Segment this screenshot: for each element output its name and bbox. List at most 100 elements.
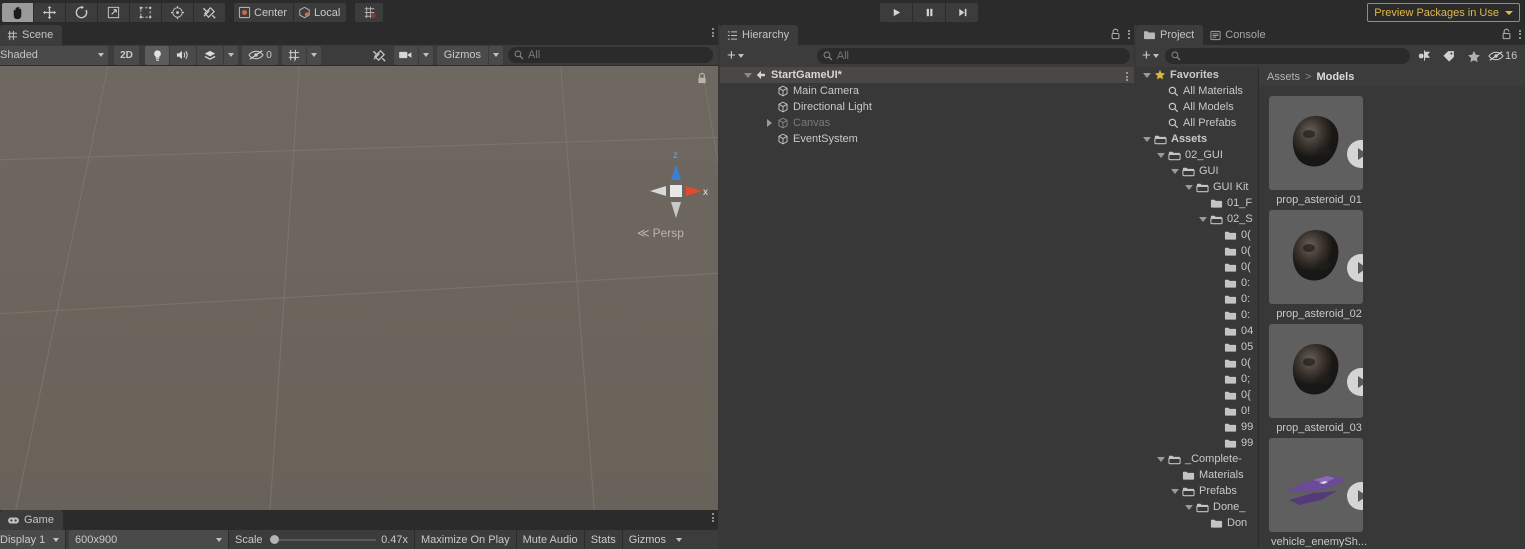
hierarchy-item-directional-light[interactable]: Directional Light <box>720 99 1134 115</box>
project-search-input[interactable] <box>1164 48 1410 64</box>
hierarchy-item-canvas[interactable]: Canvas <box>720 115 1134 131</box>
pause-button[interactable] <box>913 3 945 22</box>
pivot-mode-button[interactable]: Center <box>234 3 294 22</box>
rotation-mode-button[interactable]: Local <box>294 3 347 22</box>
project-add-button[interactable]: + <box>1139 48 1162 63</box>
scale-tool-button[interactable] <box>98 3 129 22</box>
tab-scene[interactable]: Scene <box>0 25 63 45</box>
foldout-expanded-icon[interactable] <box>1183 184 1194 190</box>
project-tree-item[interactable]: 05 <box>1136 339 1258 355</box>
project-tree-item[interactable]: Prefabs <box>1136 483 1258 499</box>
game-mute-toggle[interactable]: Mute Audio <box>517 530 585 549</box>
custom-editor-tool-button[interactable] <box>194 3 225 22</box>
project-tree-item[interactable]: All Materials <box>1136 83 1258 99</box>
project-tree-item[interactable]: 0( <box>1136 355 1258 371</box>
foldout-expanded-icon[interactable] <box>1169 168 1180 174</box>
foldout-expanded-icon[interactable] <box>1169 488 1180 494</box>
move-tool-button[interactable] <box>34 3 65 22</box>
scene-lighting-toggle[interactable] <box>145 45 169 65</box>
game-panel-menu-button[interactable] <box>712 513 714 522</box>
filter-favorites-button[interactable] <box>1463 50 1485 63</box>
project-tree-item[interactable]: Assets <box>1136 131 1258 147</box>
filter-by-type-button[interactable] <box>1413 49 1435 63</box>
game-stats-toggle[interactable]: Stats <box>585 530 623 549</box>
scene-grid-toggle[interactable]: y <box>282 45 306 65</box>
project-tree-item[interactable]: All Models <box>1136 99 1258 115</box>
project-tree-item[interactable]: GUI <box>1136 163 1258 179</box>
foldout-expanded-icon[interactable] <box>742 72 753 78</box>
foldout-expanded-icon[interactable] <box>1155 456 1166 462</box>
scene-panel-menu-button[interactable] <box>712 28 714 37</box>
play-button[interactable] <box>880 3 912 22</box>
asset-item[interactable]: prop_asteroid_01 <box>1269 96 1398 206</box>
project-tree-item[interactable]: 0: <box>1136 307 1258 323</box>
lock-icon[interactable] <box>1110 28 1121 40</box>
step-button[interactable] <box>946 3 978 22</box>
breadcrumb-segment[interactable]: Models <box>1316 71 1354 83</box>
project-tree-item[interactable]: Done_ <box>1136 499 1258 515</box>
project-tree-item[interactable]: 01_F <box>1136 195 1258 211</box>
game-maximize-toggle[interactable]: Maximize On Play <box>415 530 517 549</box>
scene-visibility-toggle[interactable]: 0 <box>242 45 278 65</box>
scene-gizmos-button[interactable]: Gizmos <box>436 45 488 65</box>
foldout-collapsed-icon[interactable] <box>764 119 775 127</box>
foldout-expanded-icon[interactable] <box>1141 136 1152 142</box>
project-tree-item[interactable]: 99 <box>1136 435 1258 451</box>
project-tree-item[interactable]: All Prefabs <box>1136 115 1258 131</box>
tab-project[interactable]: Project <box>1136 25 1204 45</box>
tab-game[interactable]: Game <box>0 510 63 530</box>
scene-orientation-gizmo[interactable]: z x <box>640 144 712 224</box>
game-gizmos-dropdown[interactable]: Gizmos <box>623 530 688 549</box>
scene-fx-toggle[interactable] <box>197 45 223 65</box>
rotate-tool-button[interactable] <box>66 3 97 22</box>
hand-tool-button[interactable] <box>2 3 33 22</box>
grid-snapping-button[interactable] <box>355 3 384 22</box>
scene-search-input[interactable]: All <box>508 47 713 63</box>
project-tree-item[interactable]: 0; <box>1136 371 1258 387</box>
asset-thumbnail[interactable] <box>1269 210 1363 304</box>
scene-camera-dropdown[interactable] <box>418 45 433 65</box>
project-tree-item[interactable]: Don <box>1136 515 1258 531</box>
scene-viewport[interactable]: z x ≪ Persp <box>0 66 718 530</box>
toggle-2d-button[interactable]: 2D <box>114 45 139 65</box>
asset-thumbnail[interactable] <box>1269 96 1363 190</box>
asset-thumbnail[interactable] <box>1269 324 1363 418</box>
tab-hierarchy[interactable]: Hierarchy <box>720 25 799 45</box>
scene-context-menu-button[interactable] <box>1126 72 1128 81</box>
shading-mode-dropdown[interactable]: Shaded <box>0 45 108 65</box>
scene-view-lock-icon[interactable] <box>696 72 708 88</box>
filter-by-label-button[interactable] <box>1438 50 1460 63</box>
hierarchy-panel-menu-button[interactable] <box>1128 29 1130 39</box>
breadcrumb-segment[interactable]: Assets <box>1267 71 1300 83</box>
hierarchy-add-button[interactable]: + <box>724 48 747 63</box>
project-tree-item[interactable]: 0: <box>1136 291 1258 307</box>
asset-item[interactable]: prop_asteroid_02 <box>1269 210 1398 320</box>
project-visibility-toggle[interactable]: 16 <box>1488 50 1522 62</box>
tab-console[interactable]: Console <box>1203 25 1275 45</box>
scene-camera-button[interactable] <box>393 45 418 65</box>
project-tree-item[interactable]: _Complete- <box>1136 451 1258 467</box>
scene-fx-dropdown[interactable] <box>224 45 238 65</box>
project-tree-item[interactable]: 0( <box>1136 259 1258 275</box>
game-scale-slider[interactable]: Scale 0.47x <box>229 530 415 549</box>
scene-grid-dropdown[interactable] <box>307 45 321 65</box>
project-tree-item[interactable]: 04 <box>1136 323 1258 339</box>
project-tree-item[interactable]: 0: <box>1136 275 1258 291</box>
hierarchy-item-main-camera[interactable]: Main Camera <box>720 83 1134 99</box>
rect-tool-button[interactable] <box>130 3 161 22</box>
foldout-expanded-icon[interactable] <box>1183 504 1194 510</box>
project-tree-item[interactable]: 0( <box>1136 227 1258 243</box>
slider-handle[interactable] <box>269 535 279 544</box>
project-tree-item[interactable]: Materials <box>1136 467 1258 483</box>
project-tree-item[interactable]: 0{ <box>1136 387 1258 403</box>
scene-audio-toggle[interactable] <box>170 45 196 65</box>
foldout-expanded-icon[interactable] <box>1141 72 1152 78</box>
scene-tools-button[interactable] <box>367 46 393 65</box>
project-tree-item[interactable]: 0! <box>1136 403 1258 419</box>
project-tree-item[interactable]: Favorites <box>1136 67 1258 83</box>
project-panel-menu-button[interactable] <box>1519 29 1521 39</box>
foldout-expanded-icon[interactable] <box>1155 152 1166 158</box>
game-display-dropdown[interactable]: Display 1 <box>0 530 66 549</box>
lock-icon[interactable] <box>1501 28 1512 40</box>
project-tree-item[interactable]: 99 <box>1136 419 1258 435</box>
